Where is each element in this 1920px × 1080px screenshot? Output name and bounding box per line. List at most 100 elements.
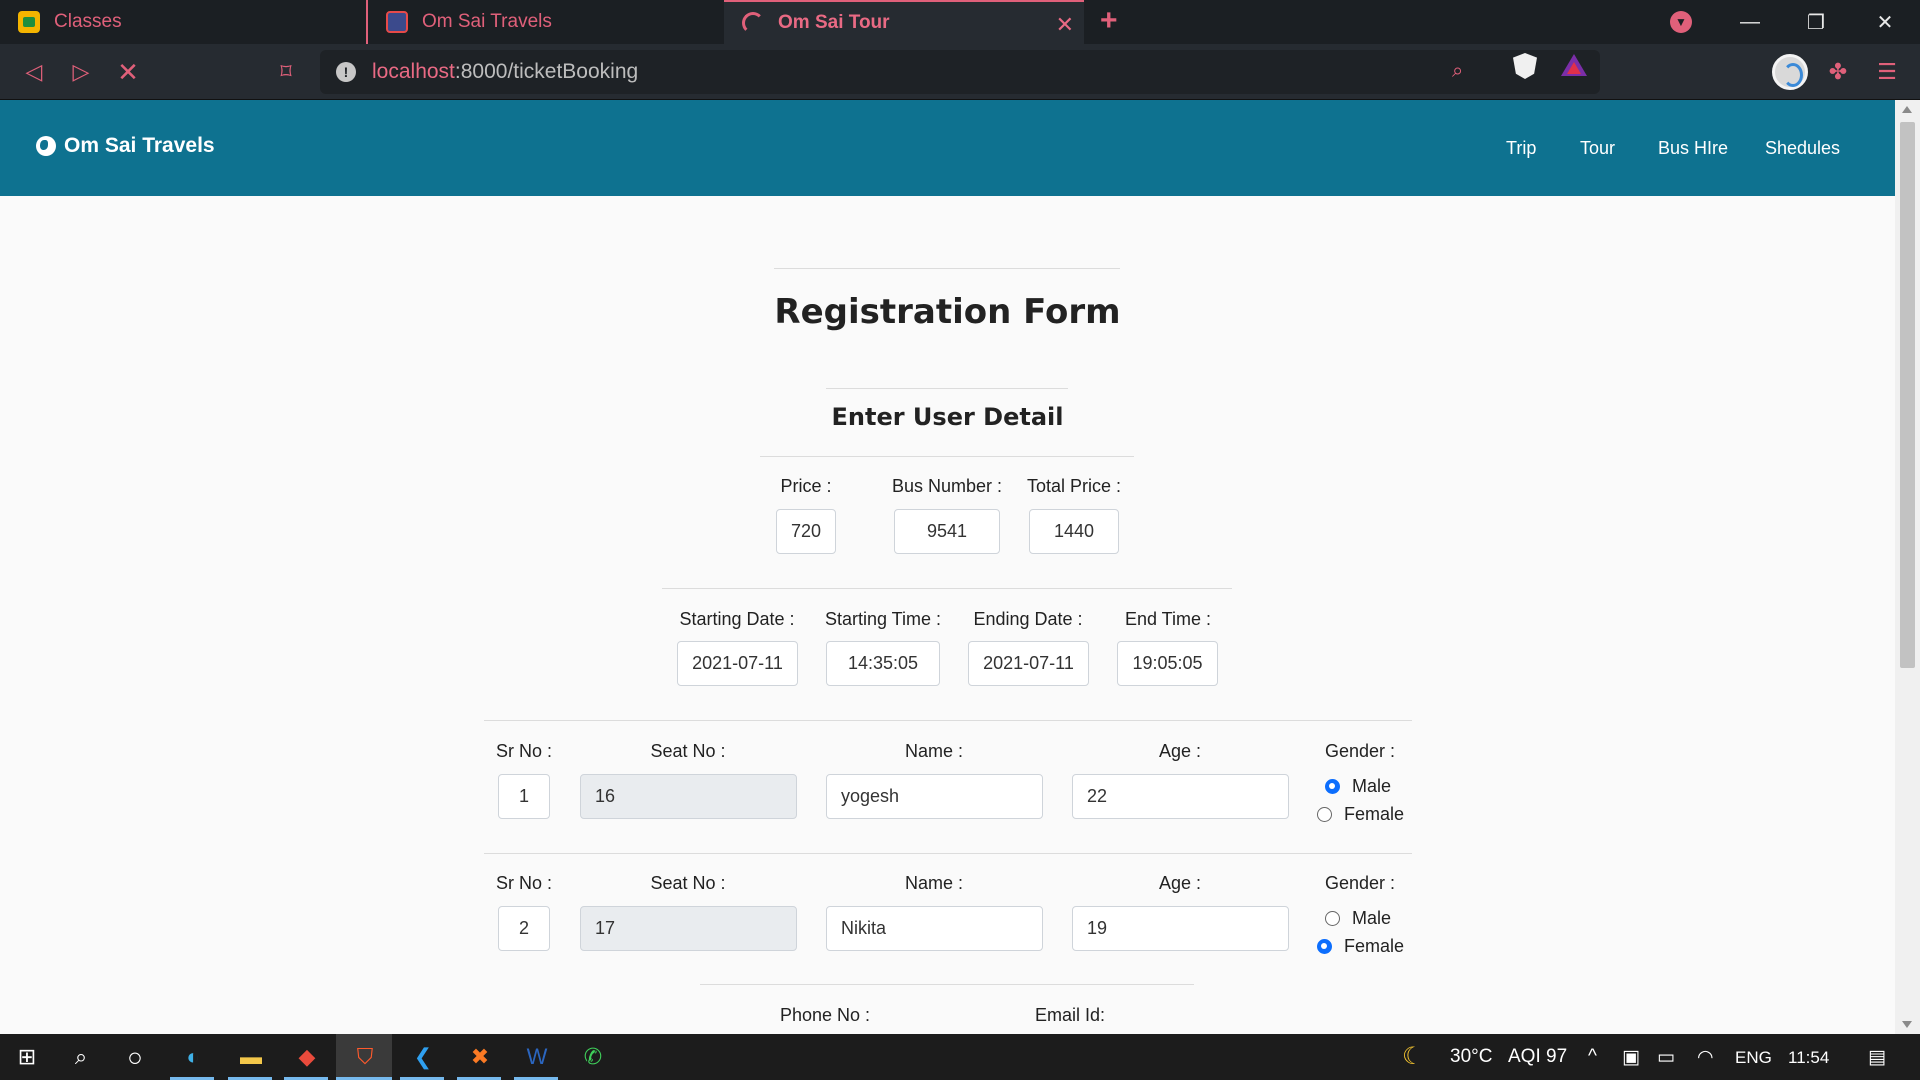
ending-date-label: Ending Date : (973, 609, 1083, 629)
nav-schedules[interactable]: Shedules (1765, 138, 1840, 159)
name-field[interactable]: yogesh (826, 774, 1043, 819)
price-label: Price : (780, 476, 832, 496)
edge-icon[interactable]: ◐ (178, 1042, 208, 1072)
loading-spinner-icon (742, 12, 764, 34)
starting-time-label: Starting Time : (824, 609, 942, 629)
scroll-up-icon[interactable] (1902, 106, 1912, 113)
vscode-icon[interactable]: ❮ (408, 1042, 438, 1072)
male-label: Male (1352, 776, 1392, 796)
gender-male-option[interactable]: Male (1325, 776, 1391, 797)
gender-male-option[interactable]: Male (1325, 908, 1391, 929)
sr-no-label: Sr No : (495, 741, 552, 761)
end-time-label: End Time : (1124, 609, 1212, 629)
scroll-thumb[interactable] (1900, 122, 1915, 668)
gender-label: Gender : (1324, 873, 1396, 893)
brave-rewards-icon[interactable] (1561, 54, 1587, 76)
starting-date-field[interactable]: 2021-07-11 (677, 641, 798, 686)
tab-title: Om Sai Tour (778, 12, 890, 33)
whatsapp-icon[interactable]: ✆ (578, 1042, 608, 1072)
scroll-down-icon[interactable] (1902, 1021, 1912, 1028)
xampp-icon[interactable]: ✖ (465, 1042, 495, 1072)
minimize-button[interactable]: — (1720, 0, 1780, 44)
starting-time-field[interactable]: 14:35:05 (826, 641, 940, 686)
close-window-button[interactable]: ✕ (1855, 0, 1915, 44)
cortana-icon[interactable]: ○ (120, 1042, 150, 1072)
total-price-field[interactable]: 1440 (1029, 509, 1119, 554)
language-indicator[interactable]: ENG (1735, 1048, 1772, 1068)
site-info-icon[interactable]: ! (336, 62, 356, 82)
menu-icon[interactable]: ☰ (1873, 58, 1901, 86)
seat-no-field[interactable]: 17 (580, 906, 797, 951)
restore-button[interactable]: ❐ (1786, 0, 1846, 44)
radio-female[interactable] (1317, 939, 1332, 954)
bus-number-label: Bus Number : (891, 476, 1003, 496)
profile-avatar[interactable] (1772, 54, 1808, 90)
site-header: Om Sai Travels Trip Tour Bus HIre Shedul… (0, 100, 1895, 196)
ending-date-field[interactable]: 2021-07-11 (968, 641, 1089, 686)
close-tab-icon[interactable]: ✕ (1056, 12, 1074, 38)
seat-no-label: Seat No : (650, 741, 726, 761)
total-price-label: Total Price : (1026, 476, 1122, 496)
file-explorer-icon[interactable]: ▬ (236, 1042, 266, 1072)
url-text[interactable]: localhost:8000/ticketBooking (372, 60, 638, 84)
end-time-field[interactable]: 19:05:05 (1117, 641, 1218, 686)
age-label: Age : (1158, 741, 1202, 761)
anydesk-icon[interactable]: ◆ (292, 1042, 322, 1072)
tab-search-icon[interactable]: ▼ (1670, 11, 1692, 33)
sr-no-field[interactable]: 2 (498, 906, 550, 951)
divider (484, 853, 1412, 854)
wifi-icon[interactable]: ◠ (1697, 1046, 1714, 1069)
gender-female-option[interactable]: Female (1317, 936, 1404, 957)
tab-title: Om Sai Travels (422, 11, 552, 32)
nav-trip[interactable]: Trip (1506, 138, 1536, 159)
brave-browser-icon[interactable]: ⛉ (350, 1042, 380, 1072)
divider (774, 268, 1120, 269)
divider (484, 720, 1412, 721)
address-bar[interactable]: ! localhost:8000/ticketBooking ⌕ (320, 50, 1600, 94)
radio-female[interactable] (1317, 807, 1332, 822)
search-icon[interactable]: ⌕ (66, 1042, 96, 1072)
stop-loading-button[interactable]: ✕ (114, 58, 142, 86)
seat-no-field[interactable]: 16 (580, 774, 797, 819)
nav-bus-hire[interactable]: Bus HIre (1658, 138, 1728, 159)
forward-button[interactable]: ▷ (67, 58, 95, 86)
radio-male[interactable] (1325, 911, 1340, 926)
device-icon[interactable]: ▣ (1622, 1046, 1640, 1069)
age-field[interactable]: 22 (1072, 774, 1289, 819)
nav-tour[interactable]: Tour (1580, 138, 1615, 159)
tab-om-sai-tour[interactable]: Om Sai Tour ✕ (724, 0, 1084, 44)
weather-aqi[interactable]: AQI 97 (1508, 1046, 1567, 1068)
tab-om-sai-travels[interactable]: Om Sai Travels (366, 0, 723, 44)
site-brand[interactable]: Om Sai Travels (36, 134, 215, 158)
divider (700, 984, 1194, 985)
clock[interactable]: 11:54 (1788, 1048, 1829, 1068)
back-button[interactable]: ◁ (20, 58, 48, 86)
female-label: Female (1344, 804, 1405, 824)
weather-moon-icon[interactable]: ☾ (1402, 1042, 1424, 1071)
tab-classes[interactable]: Classes (0, 0, 365, 44)
windows-start-icon[interactable]: ⊞ (12, 1042, 42, 1072)
name-field[interactable]: Nikita (826, 906, 1043, 951)
browser-toolbar: ◁ ▷ ✕ ⌑ ! localhost:8000/ticketBooking ⌕… (0, 44, 1920, 100)
name-label: Name : (904, 741, 964, 761)
zoom-icon[interactable]: ⌕ (1452, 60, 1463, 83)
sr-no-field[interactable]: 1 (498, 774, 550, 819)
divider (760, 456, 1134, 457)
page-scrollbar[interactable] (1895, 100, 1920, 1034)
price-field[interactable]: 720 (776, 509, 836, 554)
gender-label: Gender : (1324, 741, 1396, 761)
gender-female-option[interactable]: Female (1317, 804, 1404, 825)
notifications-icon[interactable]: ▤ (1868, 1046, 1886, 1069)
age-field[interactable]: 19 (1072, 906, 1289, 951)
extensions-icon[interactable]: ✤ (1824, 58, 1852, 86)
divider (826, 388, 1068, 389)
battery-icon[interactable]: ▭ (1657, 1046, 1675, 1069)
new-tab-button[interactable]: + (1100, 4, 1118, 38)
weather-temp[interactable]: 30°C (1450, 1046, 1492, 1068)
classroom-icon (18, 11, 40, 33)
bus-number-field[interactable]: 9541 (894, 509, 1000, 554)
bookmark-icon[interactable]: ⌑ (272, 58, 300, 86)
radio-male[interactable] (1325, 779, 1340, 794)
word-icon[interactable]: W (522, 1042, 552, 1072)
show-hidden-icons[interactable]: ^ (1588, 1046, 1597, 1068)
